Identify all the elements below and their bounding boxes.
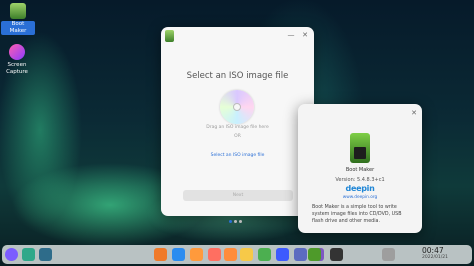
clock-time[interactable]: 00:47 <box>422 246 444 255</box>
or-separator: OR <box>234 134 241 139</box>
camera-icon[interactable] <box>258 248 271 261</box>
taskbar: 00:47 2022/01/21 <box>2 245 472 264</box>
desktop-icon-label: Boot <box>11 21 25 27</box>
boot-maker-icon[interactable] <box>308 248 321 261</box>
settings-icon[interactable] <box>294 248 307 261</box>
multitask-icon[interactable] <box>22 248 35 261</box>
browser-icon[interactable] <box>190 248 203 261</box>
terminal-icon[interactable] <box>330 248 343 261</box>
next-button[interactable]: Next <box>183 190 293 201</box>
app-store-icon[interactable] <box>172 248 185 261</box>
page-title: Select an ISO image file <box>186 71 289 81</box>
desktop-icon-label: Maker <box>9 28 27 34</box>
about-description: Boot Maker is a simple tool to write sys… <box>312 205 402 224</box>
step-indicator <box>229 208 244 227</box>
about-dialog: ✕ Boot Maker Version: 5.4.8.3+c1 deepin … <box>298 104 422 233</box>
launcher-icon[interactable] <box>5 248 18 261</box>
boot-maker-app-icon <box>165 30 174 42</box>
music-icon[interactable] <box>208 248 221 261</box>
about-app-name: Boot Maker <box>345 167 375 173</box>
video-icon[interactable] <box>276 248 289 261</box>
file-manager-icon[interactable] <box>154 248 167 261</box>
step-dot <box>229 220 232 223</box>
desktop-icon-boot-maker[interactable]: Boot Maker <box>1 3 35 35</box>
trash-icon[interactable] <box>382 248 395 261</box>
close-button[interactable]: ✕ <box>301 31 309 39</box>
select-iso-link[interactable]: Select an ISO image file <box>161 153 314 158</box>
boot-maker-logo-icon <box>350 133 370 163</box>
about-version: Version: 5.4.8.3+c1 <box>335 177 385 183</box>
close-button[interactable]: ✕ <box>410 109 418 117</box>
screen-capture-icon <box>9 44 25 60</box>
step-dot <box>239 220 242 223</box>
desktop-icon-label: Screen <box>7 62 27 68</box>
boot-maker-icon <box>10 3 26 19</box>
desktop-icon[interactable] <box>39 248 52 261</box>
drag-hint: Drag an ISO image file here <box>206 125 269 130</box>
step-dot <box>234 220 237 223</box>
desktop-icon-label: Capture <box>6 69 28 75</box>
minimize-button[interactable]: — <box>287 31 295 39</box>
website-link[interactable]: www.deepin.org <box>298 195 422 200</box>
calendar-icon[interactable] <box>224 248 237 261</box>
photos-icon[interactable] <box>240 248 253 261</box>
clock-date[interactable]: 2022/01/21 <box>422 255 448 260</box>
disc-icon <box>220 90 254 124</box>
boot-maker-window: — ✕ Select an ISO image file Drag an ISO… <box>161 27 314 223</box>
desktop-icon-screen-capture[interactable]: Screen Capture <box>0 44 34 76</box>
deepin-logo: deepin <box>345 184 375 193</box>
